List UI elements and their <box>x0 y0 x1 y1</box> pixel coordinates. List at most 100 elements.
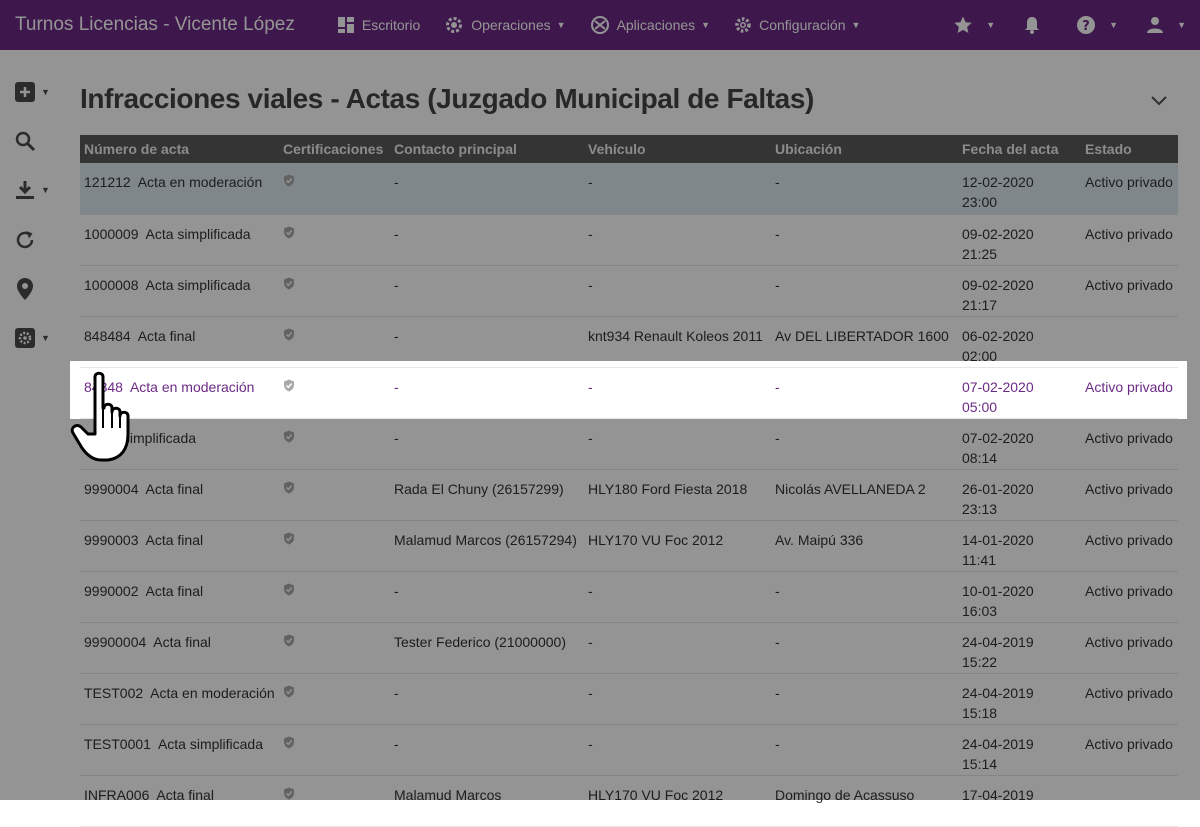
acta-number[interactable]: INFRA006 <box>84 787 149 803</box>
nav-escritorio-label: Escritorio <box>361 17 421 33</box>
fecha-date: 17-04-2019 <box>962 786 1034 803</box>
acta-number[interactable]: 9990002 <box>84 583 139 599</box>
table-row[interactable]: 9990003 Acta final Malamud Marcos (2615729… <box>80 520 1178 572</box>
cell-numero[interactable]: 9990002 Acta final <box>80 571 279 623</box>
cell-contacto: Rada El Chuny (26157299) <box>390 469 584 521</box>
acta-number[interactable]: TEST0001 <box>84 736 151 752</box>
cell-vehiculo: - <box>584 214 771 266</box>
cell-estado <box>1081 775 1178 827</box>
table-row[interactable]: TEST0001 Acta simplificada - - -24-04-2019 15… <box>80 724 1178 776</box>
cell-vehiculo: - <box>584 571 771 623</box>
cell-numero[interactable]: 9990003 Acta final <box>80 520 279 572</box>
acta-number[interactable]: 848484 <box>84 328 131 344</box>
table-row[interactable]: 99900004 Acta final Tester Federico (21000… <box>80 622 1178 674</box>
table-row[interactable]: 9990002 Acta final - - -10-01-2020 16:03 Activ… <box>80 571 1178 623</box>
acta-type[interactable]: Acta final <box>156 787 214 803</box>
fecha-time: 15:14 <box>962 755 998 772</box>
cell-numero[interactable]: 121212 Acta en moderación <box>80 163 279 215</box>
cell-numero[interactable]: TEST002 Acta en moderación <box>80 673 279 725</box>
column-header-numero[interactable]: Número de acta <box>80 135 279 163</box>
acta-number[interactable]: 9990004 <box>84 481 139 497</box>
cell-estado: Activo privado <box>1081 214 1178 266</box>
acta-type[interactable]: Acta final <box>146 532 204 548</box>
cell-fecha: 17-04-2019 <box>958 775 1081 827</box>
favorites-menu[interactable]: ▼ <box>939 0 1009 50</box>
nav-escritorio[interactable]: Escritorio <box>325 0 432 50</box>
acta-number[interactable]: 121212 <box>84 174 131 190</box>
acta-type[interactable]: Acta simplificada <box>146 277 251 293</box>
cell-numero[interactable]: 1000008 Acta simplificada <box>80 265 279 317</box>
fecha-time: 16:03 <box>962 602 998 619</box>
acta-type[interactable]: Acta final <box>146 481 204 497</box>
refresh-tool[interactable] <box>14 229 36 251</box>
fecha-date: 09-02-2020 <box>962 225 1034 242</box>
notifications-button[interactable] <box>1009 0 1062 50</box>
table-row[interactable]: 121212 Acta en moderación - - -12-02-2020 23:… <box>80 163 1178 215</box>
app-title[interactable]: Turnos Licencias - Vicente López <box>0 14 295 36</box>
cell-numero[interactable]: 1000009 Acta simplificada <box>80 214 279 266</box>
acta-type[interactable]: Acta en moderación <box>150 685 275 701</box>
collapse-toggle[interactable] <box>1150 94 1168 112</box>
column-header-certificaciones[interactable]: Certificaciones <box>279 135 390 163</box>
acta-type[interactable]: Acta final <box>138 328 196 344</box>
fecha-date: 24-04-2019 <box>962 633 1034 650</box>
acta-type[interactable]: Acta simplificada <box>158 736 263 752</box>
cell-estado: Activo privado <box>1081 673 1178 725</box>
column-header-estado[interactable]: Estado <box>1081 135 1178 163</box>
cell-ubicacion: - <box>771 571 958 623</box>
cell-numero[interactable]: INFRA006 Acta final <box>80 775 279 827</box>
add-icon <box>15 82 35 102</box>
acta-type[interactable]: Acta final <box>153 634 211 650</box>
cell-numero[interactable]: 9990004 Acta final <box>80 469 279 521</box>
acta-number[interactable]: 1000009 <box>84 226 139 242</box>
fecha-time: 11:41 <box>962 551 996 568</box>
cell-numero[interactable]: 99900004 Acta final <box>80 622 279 674</box>
cell-numero[interactable]: TEST0001 Acta simplificada <box>80 724 279 776</box>
nav-aplicaciones[interactable]: Aplicaciones ▼ <box>578 0 723 50</box>
acta-type[interactable]: Acta en moderación <box>138 174 263 190</box>
download-tool[interactable]: ▼ <box>14 179 50 201</box>
fecha-time: 21:25 <box>962 245 998 262</box>
cell-certificaciones <box>279 673 390 725</box>
apps-icon <box>590 16 609 34</box>
column-header-contacto[interactable]: Contacto principal <box>390 135 584 163</box>
column-header-vehiculo[interactable]: Vehículo <box>584 135 771 163</box>
cell-ubicacion: - <box>771 367 958 419</box>
cell-ubicacion: - <box>771 214 958 266</box>
add-tool[interactable]: ▼ <box>14 81 50 103</box>
cell-contacto: - <box>390 673 584 725</box>
acta-number[interactable]: 99900004 <box>84 634 146 650</box>
cell-vehiculo: HLY170 VU Foc 2012 <box>584 520 771 572</box>
table-row[interactable]: 84848Acta en moderación---07-02-202005:0… <box>80 367 1178 419</box>
help-menu[interactable]: ? ▼ <box>1062 0 1132 50</box>
acta-type[interactable]: Acta final <box>146 583 204 599</box>
settings-tool[interactable]: ▼ <box>14 327 50 349</box>
nav-operaciones[interactable]: Operaciones ▼ <box>432 0 577 50</box>
table-row[interactable]: INFRA006 Acta final Malamud Marcos HLY170 V… <box>80 775 1178 827</box>
table-row[interactable]: Acta simplificada - - -07-02-2020 08:14 Activ… <box>80 418 1178 470</box>
nav-configuracion[interactable]: Configuración ▼ <box>722 0 872 50</box>
cell-vehiculo: - <box>584 724 771 776</box>
cell-fecha: 09-02-2020 21:17 <box>958 265 1081 317</box>
certification-shield-icon <box>284 430 294 442</box>
acta-type[interactable]: Acta en moderación <box>130 379 255 395</box>
acta-number[interactable]: TEST002 <box>84 685 143 701</box>
certification-shield-icon <box>284 174 294 187</box>
table-row[interactable]: 1000008 Acta simplificada - - -09-02-2020 21:… <box>80 265 1178 317</box>
dashboard-icon <box>337 17 354 33</box>
table-row[interactable]: 9990004 Acta final Rada El Chuny (26157299… <box>80 469 1178 521</box>
acta-type[interactable]: Acta simplificada <box>146 226 251 242</box>
location-tool[interactable] <box>14 277 36 301</box>
user-menu[interactable]: ▼ <box>1132 0 1200 50</box>
table-row[interactable]: 1000009 Acta simplificada - - -09-02-2020 21:… <box>80 214 1178 266</box>
cell-vehiculo: - <box>584 418 771 470</box>
acta-number[interactable]: 9990003 <box>84 532 139 548</box>
acta-number[interactable]: 1000008 <box>84 277 139 293</box>
table-row[interactable]: TEST002 Acta en moderación - - -24-04-2019 15… <box>80 673 1178 725</box>
column-header-fecha[interactable]: Fecha del acta <box>958 135 1081 163</box>
search-tool[interactable] <box>14 130 36 152</box>
cell-ubicacion: - <box>771 724 958 776</box>
table-row[interactable]: 848484 Acta final - knt934 Renault Koleos 2… <box>80 316 1178 368</box>
column-header-ubicacion[interactable]: Ubicación <box>771 135 958 163</box>
cell-numero[interactable]: 848484 Acta final <box>80 316 279 368</box>
